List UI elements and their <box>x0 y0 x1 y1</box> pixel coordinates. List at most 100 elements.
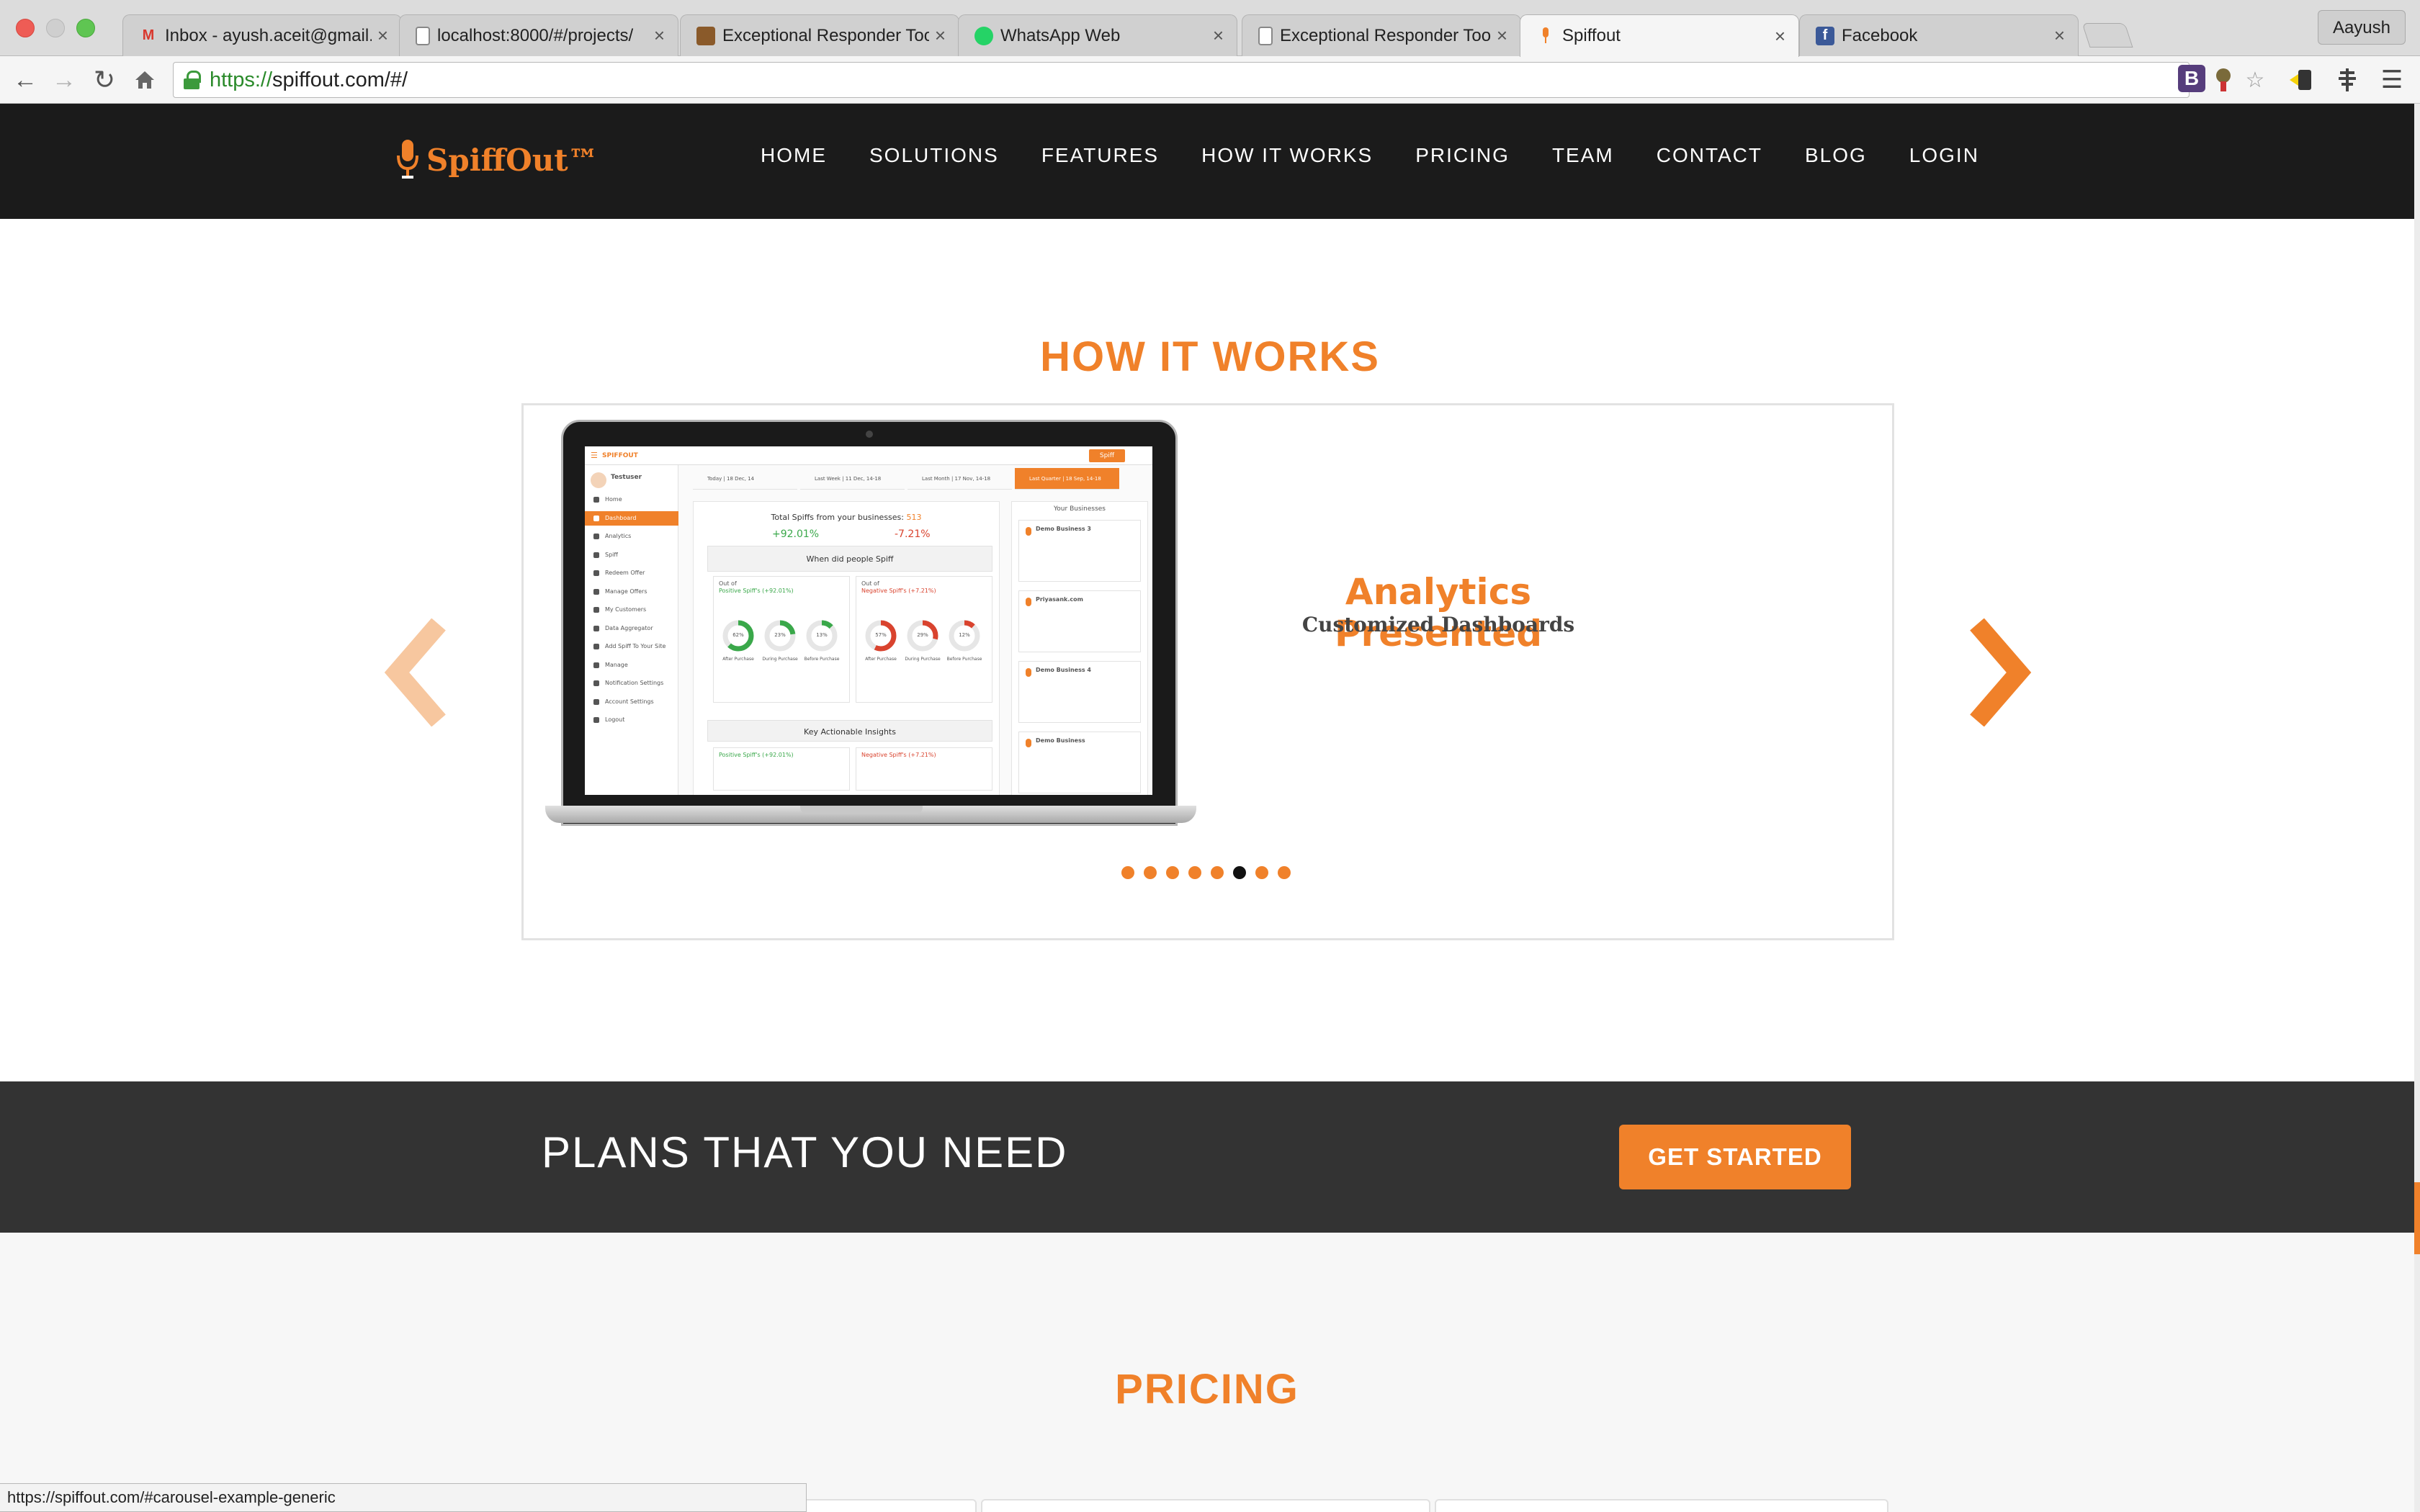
dash-app-name: SPIFFOUT <box>602 452 638 459</box>
chevron-left-icon <box>384 618 446 726</box>
back-icon[interactable]: ← <box>9 63 42 96</box>
nav-link-how-it-works[interactable]: HOW IT WORKS <box>1201 144 1373 167</box>
forward-icon[interactable]: → <box>48 63 81 96</box>
browser-tab[interactable]: WhatsApp Web × <box>958 14 1237 56</box>
carousel-indicator-dot[interactable] <box>1211 866 1224 879</box>
url-path: spiffout.com/#/ <box>272 68 408 91</box>
carousel-indicator-dot[interactable] <box>1144 866 1157 879</box>
dash-out-of-pos: Out of <box>719 580 737 587</box>
nav-link-features[interactable]: FEATURES <box>1041 144 1159 167</box>
reload-icon[interactable]: ↻ <box>88 63 121 96</box>
address-bar[interactable]: https://spiffout.com/#/ <box>173 62 2190 98</box>
browser-tab[interactable]: localhost:8000/#/projects/ × <box>399 14 678 56</box>
profile-button[interactable]: Aayush <box>2317 10 2406 45</box>
minimize-window-button[interactable] <box>46 19 65 37</box>
pricing-title: PRICING <box>1115 1366 1299 1413</box>
browser-toolbar: ← → ↻ https://spiffout.com/#/ B ☆ ☰ <box>0 56 2420 104</box>
chevron-right-icon <box>1970 618 2032 726</box>
home-icon[interactable] <box>128 63 161 96</box>
browser-tab[interactable]: f Facebook × <box>1799 14 2079 56</box>
tab-close-icon[interactable]: × <box>377 24 388 47</box>
extension-arrow-icon[interactable] <box>2286 65 2316 95</box>
lock-icon <box>184 71 201 89</box>
slide-subheading: Customized Dashboards <box>1301 613 1575 636</box>
tab-close-icon[interactable]: × <box>1775 25 1785 48</box>
url-scheme: https:// <box>210 68 273 91</box>
dash-donut-value: 23% <box>774 632 786 638</box>
browser-tab[interactable]: Spiffout × <box>1520 14 1799 57</box>
carousel-indicator-dot[interactable] <box>1121 866 1134 879</box>
carousel-indicator-dot[interactable] <box>1233 866 1246 879</box>
new-tab-button[interactable] <box>2081 23 2133 48</box>
dash-donut-value: 29% <box>917 632 928 638</box>
dash-out-of-neg: Out of <box>861 580 879 587</box>
dash-menu-icon <box>593 497 599 503</box>
dash-business-icon <box>1026 598 1031 606</box>
logo-text: SpiffOut™ <box>426 142 599 178</box>
plans-text: PLANS THAT YOU NEED <box>542 1128 1068 1176</box>
dash-filter-tab: Last Week | 11 Dec, 14-18 <box>800 468 905 490</box>
laptop-lid: ☰ SPIFFOUT Spiff Testuser Home Dashboard A… <box>561 420 1178 826</box>
extension-tower-icon[interactable] <box>2332 65 2362 95</box>
dash-menu-icon <box>593 698 599 705</box>
dash-menu-icon <box>593 680 599 686</box>
tab-close-icon[interactable]: × <box>654 24 665 47</box>
dash-menu-icon <box>593 534 599 539</box>
dash-business-icon <box>1026 668 1031 677</box>
tab-close-icon[interactable]: × <box>935 24 946 47</box>
carousel-indicator-dot[interactable] <box>1278 866 1291 879</box>
dash-menu-icon <box>593 588 599 595</box>
dash-total-value: 513 <box>906 513 922 522</box>
nav-link-login[interactable]: LOGIN <box>1909 144 1979 167</box>
carousel-prev-button[interactable] <box>377 615 464 730</box>
dash-user-name: Testuser <box>611 474 642 481</box>
laptop-notch <box>800 806 923 814</box>
tab-close-icon[interactable]: × <box>1497 24 1507 47</box>
dash-business-name: Demo Business 4 <box>1036 667 1091 673</box>
nav-link-contact[interactable]: CONTACT <box>1657 144 1762 167</box>
bootstrap-extension-icon[interactable]: B <box>2177 63 2207 94</box>
browser-tab[interactable]: M Inbox - ayush.aceit@gmail.c × <box>122 14 402 56</box>
dash-donut-caption: Before Purchase <box>804 657 840 662</box>
carousel-indicator-dot[interactable] <box>1166 866 1179 879</box>
tab-close-icon[interactable]: × <box>1213 24 1224 47</box>
carousel-next-button[interactable] <box>1952 615 2038 730</box>
pricing-card[interactable] <box>1435 1499 1888 1512</box>
browser-tab[interactable]: Exceptional Responder Too × <box>680 14 959 56</box>
page-viewport: SpiffOut™ HOME SOLUTIONS FEATURES HOW IT WO… <box>0 104 2420 1512</box>
site-logo[interactable]: SpiffOut™ <box>396 138 599 181</box>
dash-menu-icon <box>593 515 599 521</box>
dash-filter-tab: Last Month | 17 Nov, 14-18 <box>908 468 1012 490</box>
star-bookmark-icon[interactable]: ☆ <box>2240 65 2270 95</box>
tab-close-icon[interactable]: × <box>2054 24 2065 47</box>
close-window-button[interactable] <box>16 19 35 37</box>
dash-donut-caption: Before Purchase <box>946 657 982 662</box>
whatsapp-icon <box>974 26 993 45</box>
dash-insight-positive: Positive Spiff's (+92.01%) <box>719 752 794 758</box>
dash-business-name: Demo Business <box>1036 737 1085 744</box>
extension-icon[interactable] <box>2208 65 2238 95</box>
nav-link-solutions[interactable]: SOLUTIONS <box>869 144 999 167</box>
main-nav: HOME SOLUTIONS FEATURES HOW IT WORKS PRICING… <box>761 144 2022 167</box>
maximize-window-button[interactable] <box>76 19 95 37</box>
browser-tab[interactable]: Exceptional Responder Too × <box>1242 14 1521 56</box>
dash-when-title: When did people Spiff <box>806 554 894 564</box>
menu-icon[interactable]: ☰ <box>2377 65 2407 95</box>
dash-donut-caption: After Purchase <box>865 657 897 662</box>
dash-business-icon <box>1026 739 1031 747</box>
page-scrollbar[interactable] <box>2414 104 2420 1512</box>
nav-link-home[interactable]: HOME <box>761 144 827 167</box>
image-icon <box>696 26 715 45</box>
carousel-indicator-dot[interactable] <box>1255 866 1268 879</box>
nav-link-team[interactable]: TEAM <box>1552 144 1614 167</box>
feedback-side-tab[interactable] <box>2414 1182 2420 1254</box>
nav-link-blog[interactable]: BLOG <box>1805 144 1867 167</box>
carousel-indicator-dot[interactable] <box>1188 866 1201 879</box>
dash-donut-value: 62% <box>732 632 744 638</box>
pricing-card[interactable] <box>981 1499 1430 1512</box>
dash-filter-tab: Today | 18 Dec, 14 <box>693 468 797 490</box>
tab-label: Facebook <box>1842 25 1918 45</box>
microphone-icon <box>1536 27 1555 45</box>
nav-link-pricing[interactable]: PRICING <box>1415 144 1510 167</box>
get-started-button[interactable]: GET STARTED <box>1619 1125 1851 1189</box>
